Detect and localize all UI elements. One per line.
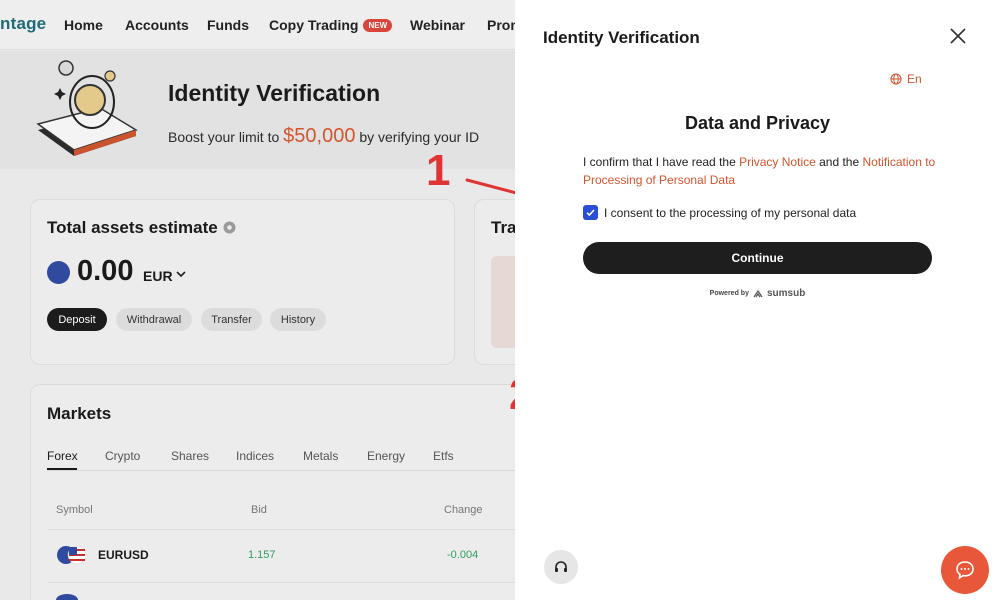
- consent-checkbox-label[interactable]: I consent to the processing of my person…: [604, 206, 856, 220]
- balance-value: 0.00: [77, 255, 134, 287]
- tab-shares[interactable]: Shares: [171, 449, 209, 463]
- nav-accounts[interactable]: Accounts: [125, 17, 189, 33]
- chat-button[interactable]: [941, 546, 989, 594]
- next-row-flag-icon: [56, 594, 78, 600]
- consent-text-part-2: and the: [815, 155, 863, 169]
- sumsub-logo-icon: [753, 289, 763, 297]
- section-title: Data and Privacy: [684, 113, 831, 133]
- language-label: En: [907, 72, 922, 86]
- banner-subtitle-suffix: by verifying your ID: [355, 129, 480, 145]
- privacy-notice-link[interactable]: Privacy Notice: [739, 155, 816, 169]
- symbol-cell: EURUSD: [98, 548, 149, 562]
- eur-usd-flags-icon: [57, 545, 87, 565]
- nav-home[interactable]: Home: [64, 17, 103, 33]
- transfer-button[interactable]: Transfer: [201, 308, 262, 331]
- tab-energy[interactable]: Energy: [367, 449, 405, 463]
- verification-illustration: [36, 60, 138, 156]
- column-header-bid: Bid: [251, 504, 267, 516]
- annotation-number-1: 1: [426, 146, 451, 195]
- nav-copy-trading[interactable]: Copy Trading NEW: [269, 17, 393, 33]
- identity-verification-panel: Identity Verification En Data and Privac…: [515, 0, 1000, 600]
- row-divider: [47, 529, 515, 530]
- globe-icon: [890, 73, 902, 85]
- column-header-change: Change: [444, 504, 483, 516]
- column-header-symbol: Symbol: [56, 504, 93, 516]
- powered-by-label: Powered by: [709, 290, 749, 297]
- banner-subtitle: Boost your limit to $50,000 by verifying…: [168, 125, 479, 148]
- tab-metals[interactable]: Metals: [303, 449, 338, 463]
- support-button[interactable]: [544, 550, 578, 584]
- chevron-down-icon[interactable]: [175, 268, 187, 280]
- new-badge: NEW: [363, 19, 393, 32]
- nav-funds[interactable]: Funds: [207, 17, 249, 33]
- nav-copy-trading-label: Copy Trading: [269, 17, 359, 33]
- consent-text-part-1: I confirm that I have read the: [583, 155, 740, 169]
- banner-title: Identity Verification: [168, 80, 381, 106]
- row-divider: [47, 582, 515, 583]
- nav-webinar[interactable]: Webinar: [410, 17, 465, 33]
- currency-label[interactable]: EUR: [143, 268, 173, 284]
- consent-statement: I confirm that I have read the Privacy N…: [583, 153, 943, 189]
- markets-title: Markets: [47, 404, 112, 423]
- brand-logo[interactable]: ntage: [0, 14, 46, 34]
- transfer-card-content: [491, 256, 515, 348]
- eye-icon[interactable]: [223, 221, 236, 234]
- total-assets-title: Total assets estimate: [47, 218, 218, 237]
- bid-cell: 1.157: [248, 549, 276, 561]
- change-cell: -0.004: [447, 549, 479, 561]
- withdrawal-button[interactable]: Withdrawal: [116, 308, 192, 331]
- tab-forex[interactable]: Forex: [47, 449, 78, 463]
- panel-title: Identity Verification: [543, 28, 700, 47]
- consent-checkbox[interactable]: [583, 205, 598, 220]
- transfer-card-title: Tra: [491, 218, 517, 237]
- checkmark-icon: [586, 209, 595, 217]
- eur-flag-icon: [47, 261, 70, 284]
- banner-subtitle-prefix: Boost your limit to: [168, 129, 284, 145]
- headset-icon: [555, 561, 567, 572]
- provider-name: sumsub: [766, 288, 806, 299]
- chat-bubble-icon: [956, 561, 974, 580]
- tab-crypto[interactable]: Crypto: [105, 449, 140, 463]
- deposit-button[interactable]: Deposit: [47, 308, 107, 331]
- tabs-divider: [47, 470, 515, 471]
- tab-indices[interactable]: Indices: [236, 449, 274, 463]
- language-selector[interactable]: En: [890, 72, 922, 86]
- close-icon[interactable]: [948, 26, 968, 46]
- history-button[interactable]: History: [270, 308, 326, 331]
- powered-by-sumsub: Powered by sumsub: [515, 288, 1000, 299]
- active-tab-indicator: [47, 468, 77, 470]
- tab-etfs[interactable]: Etfs: [433, 449, 454, 463]
- banner-amount: $50,000: [283, 125, 356, 147]
- continue-button[interactable]: Continue: [583, 242, 932, 274]
